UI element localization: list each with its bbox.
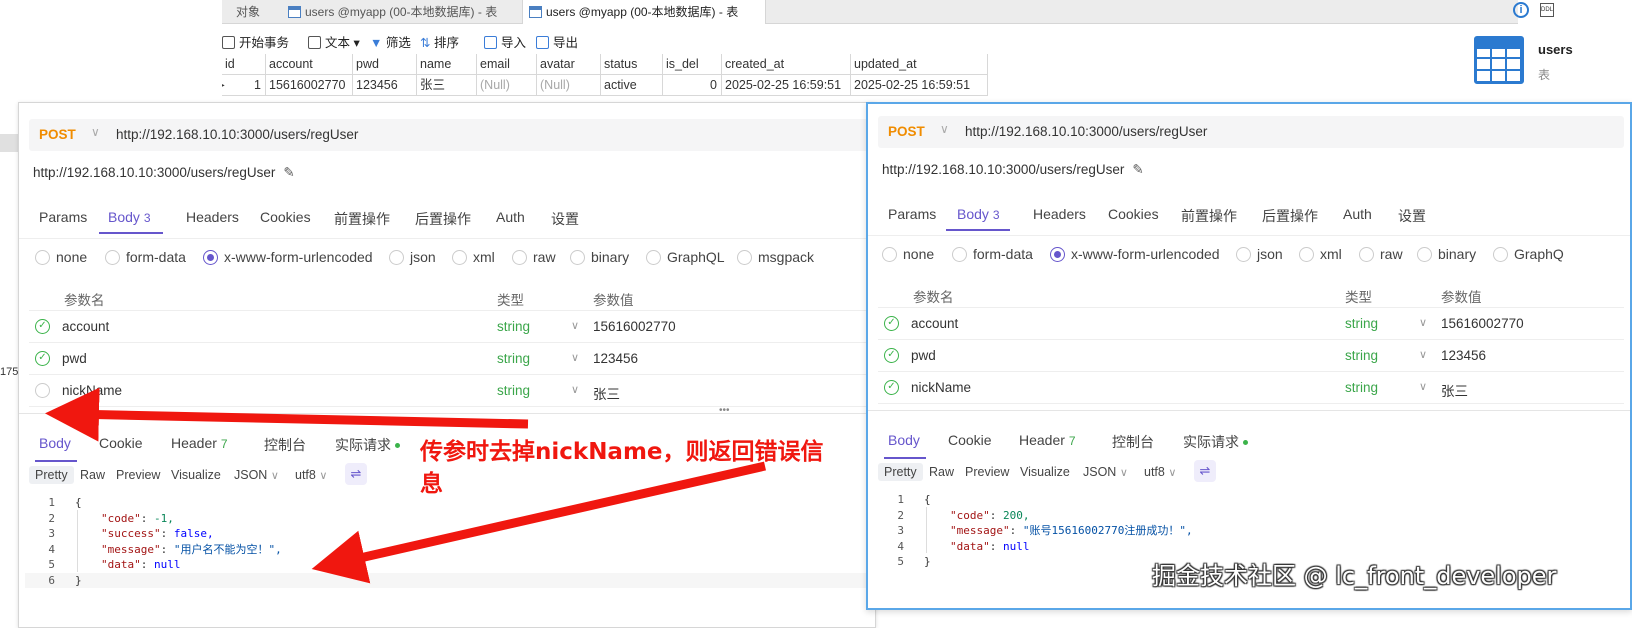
arrow-to-nickname	[45, 387, 529, 442]
annotation-text: 传参时去掉nickName，则返回错误信	[420, 439, 824, 465]
annotation-text-cont: 息	[420, 471, 443, 497]
arrow-to-error-message	[311, 461, 766, 584]
annotation-arrows	[45, 387, 766, 584]
watermark: 掘金技术社区 @ lc_front_developer	[1152, 562, 1557, 590]
